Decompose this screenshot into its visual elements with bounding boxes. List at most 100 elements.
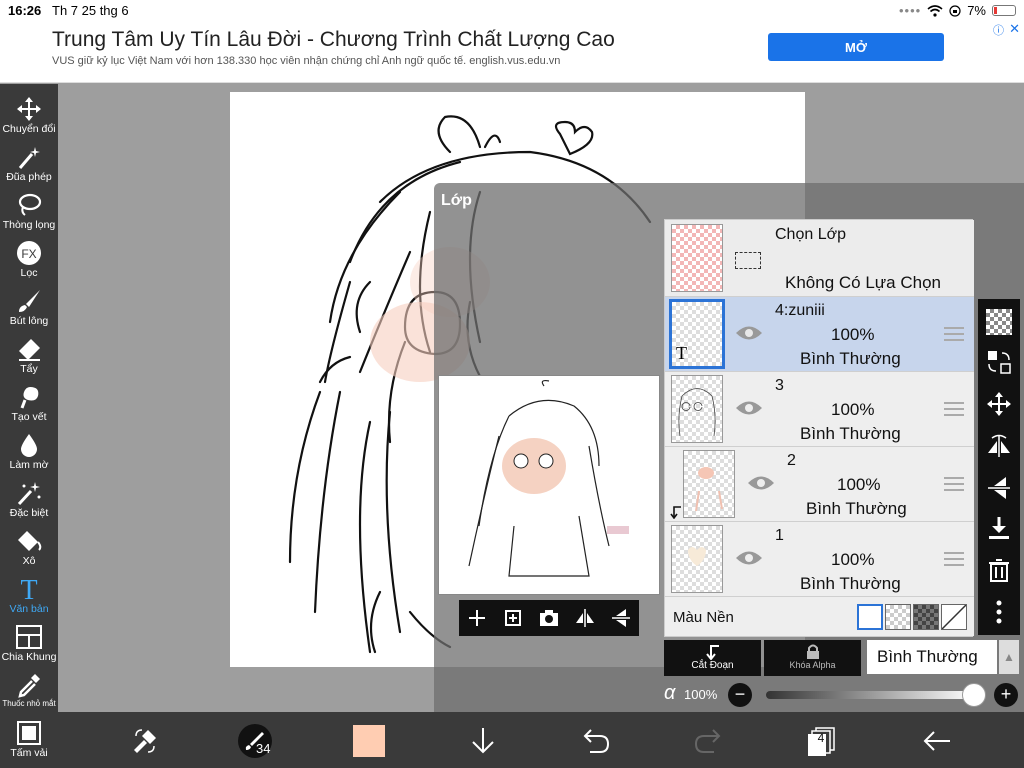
magic-wand-icon [18, 147, 40, 169]
layer-actions-strip [978, 299, 1020, 635]
ad-info-icon[interactable]: ⓘ [993, 22, 1004, 38]
flip-vertical-icon[interactable] [610, 607, 632, 629]
ad-subtitle: VUS giữ kỷ lục Việt Nam với hơn 138.330 … [52, 55, 561, 67]
layer-thumbnail [671, 525, 723, 593]
preview-drawing [468, 379, 629, 577]
camera-icon[interactable] [538, 607, 560, 629]
current-color-swatch[interactable] [353, 725, 385, 757]
tool-special[interactable]: Đặc biệt [0, 474, 58, 522]
clipping-button[interactable]: Cắt Đoạn [664, 640, 761, 676]
opacity-slider-handle[interactable] [962, 683, 986, 707]
alpha-symbol: α [664, 682, 676, 704]
bg-dark-checker-swatch[interactable] [913, 604, 939, 630]
battery-icon [992, 5, 1016, 16]
tool-smudge[interactable]: Tạo vết [0, 378, 58, 426]
layer-list: Chọn Lớp Không Có Lựa Chọn T 4:zuniii 10… [664, 219, 974, 637]
drag-handle-icon[interactable] [944, 402, 964, 416]
selection-status: Không Có Lựa Chọn [785, 273, 941, 292]
tool-canvas[interactable]: Tấm vải [0, 714, 58, 762]
tool-blur[interactable]: Làm mờ [0, 426, 58, 474]
opacity-decrease-button[interactable]: − [728, 683, 752, 707]
tool-brush[interactable]: Bút lông [0, 282, 58, 330]
tool-eyedropper[interactable]: Thuốc nhỏ mắt [0, 666, 58, 714]
layer-blend-mode: Bình Thường [800, 424, 901, 443]
flip-vertical-icon[interactable] [986, 475, 1012, 501]
alpha-lock-label: Khóa Alpha [789, 660, 836, 670]
add-layer-icon[interactable] [466, 607, 488, 629]
flip-horizontal-icon[interactable] [986, 433, 1012, 459]
bg-white-swatch[interactable] [857, 604, 883, 630]
layer-thumbnail [671, 375, 723, 443]
selection-thumbnail [671, 224, 723, 292]
ad-banner[interactable]: Trung Tâm Uy Tín Lâu Đời - Chương Trình … [0, 20, 1024, 83]
bg-none-swatch[interactable] [941, 604, 967, 630]
tool-transform[interactable]: Chuyển đổi [0, 90, 58, 138]
layer-name: 4:zuniii [775, 302, 825, 319]
tool-label: Bút lông [9, 315, 49, 327]
tool-label: Văn bản [9, 603, 49, 615]
move-icon[interactable] [986, 391, 1012, 417]
brush-eraser-swap-icon[interactable] [128, 724, 162, 758]
tool-eraser[interactable]: Tẩy [0, 330, 58, 378]
status-bar: 16:26 Th 7 25 thg 6 •••• 7% [0, 0, 1024, 20]
visibility-eye-icon[interactable] [747, 474, 775, 492]
layer-row[interactable]: 2 100% Bình Thường [665, 446, 974, 521]
alpha-lock-icon [806, 644, 819, 659]
layer-opacity: 100% [831, 325, 875, 344]
layer-color-thumbnail [695, 467, 723, 512]
tool-label: Tấm vải [10, 747, 48, 759]
tool-bucket[interactable]: Xô [0, 522, 58, 570]
drag-handle-icon[interactable] [944, 552, 964, 566]
tool-label: Xô [22, 555, 36, 567]
visibility-eye-icon[interactable] [735, 549, 763, 567]
none-slash-icon [941, 604, 967, 630]
bg-transparent-swatch[interactable] [885, 604, 911, 630]
tool-label: Chia Khung [1, 651, 57, 663]
layer-row[interactable]: T 4:zuniii 100% Bình Thường [665, 296, 974, 371]
bottom-toolbar [58, 712, 1024, 768]
drag-handle-icon[interactable] [944, 327, 964, 341]
trash-icon[interactable] [986, 557, 1012, 583]
blur-icon [21, 434, 37, 457]
blend-mode-select[interactable]: Bình Thường [867, 640, 997, 674]
clipping-arrow-icon [670, 506, 681, 519]
transparent-checker-icon[interactable] [986, 309, 1012, 335]
visibility-eye-icon[interactable] [735, 399, 763, 417]
more-vertical-icon[interactable] [986, 599, 1012, 625]
tool-magic-wand[interactable]: Đũa phép [0, 138, 58, 186]
tool-label: Làm mờ [9, 459, 49, 471]
layer-name: 3 [775, 377, 784, 394]
arrow-down-icon[interactable] [466, 724, 500, 758]
add-layer-copy-icon[interactable] [502, 607, 524, 629]
brush-icon [19, 290, 40, 312]
alpha-lock-button[interactable]: Khóa Alpha [764, 640, 861, 676]
layer-row[interactable]: 3 100% Bình Thường [665, 371, 974, 446]
selection-layer-row[interactable]: Chọn Lớp Không Có Lựa Chọn [665, 220, 974, 296]
back-arrow-icon[interactable] [920, 724, 954, 758]
flip-horizontal-icon[interactable] [574, 607, 596, 629]
ad-open-button[interactable]: MỞ [768, 33, 944, 61]
tool-text[interactable]: T Văn bản [0, 570, 58, 618]
ad-close-icon[interactable]: ✕ [1009, 21, 1020, 37]
layer-name: 1 [775, 527, 784, 544]
left-toolbar: Chuyển đổi Đũa phép Thòng lọng FX Lọc Bú… [0, 84, 58, 768]
drag-handle-icon[interactable] [944, 477, 964, 491]
blend-mode-arrow-icon[interactable]: ▲ [999, 640, 1019, 674]
opacity-slider-track[interactable] [766, 691, 974, 699]
tool-filter[interactable]: FX Lọc [0, 234, 58, 282]
more-dots-icon: •••• [898, 3, 922, 18]
redo-icon[interactable] [692, 724, 726, 758]
opacity-increase-button[interactable]: + [994, 683, 1018, 707]
layer-swap-icon[interactable] [986, 349, 1012, 375]
status-time: 16:26 [8, 3, 42, 18]
tool-lasso[interactable]: Thòng lọng [0, 186, 58, 234]
opacity-value: 100% [684, 687, 718, 702]
tool-frame-divider[interactable]: Chia Khung [0, 618, 58, 666]
visibility-eye-icon[interactable] [735, 324, 763, 342]
undo-icon[interactable] [578, 724, 612, 758]
layer-row[interactable]: 1 100% Bình Thường [665, 521, 974, 596]
ad-title[interactable]: Trung Tâm Uy Tín Lâu Đời - Chương Trình … [52, 28, 615, 52]
merge-down-icon[interactable] [986, 515, 1012, 541]
canvas-preview[interactable] [438, 375, 660, 595]
clipping-label: Cắt Đoạn [691, 660, 734, 671]
